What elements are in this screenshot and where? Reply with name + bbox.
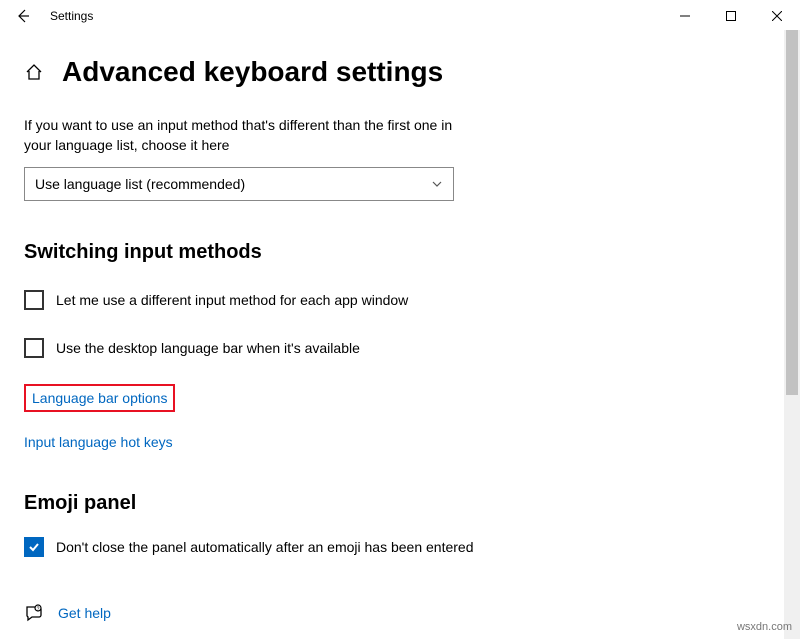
back-button[interactable]	[8, 1, 38, 31]
arrow-left-icon	[15, 8, 31, 24]
per-app-input-row: Let me use a different input method for …	[24, 290, 776, 310]
watermark-text: wsxdn.com	[737, 621, 792, 633]
per-app-input-checkbox[interactable]	[24, 290, 44, 310]
per-app-input-label: Let me use a different input method for …	[56, 292, 408, 308]
get-help-link[interactable]: Get help	[58, 605, 111, 621]
minimize-button[interactable]	[662, 1, 708, 31]
desktop-langbar-checkbox[interactable]	[24, 338, 44, 358]
language-bar-options-link[interactable]: Language bar options	[24, 384, 175, 412]
home-icon	[25, 63, 43, 81]
vertical-scrollbar[interactable]	[784, 30, 800, 639]
help-icon-wrapper: ?	[24, 603, 44, 623]
scrollbar-thumb[interactable]	[786, 30, 798, 395]
window-controls	[662, 1, 800, 31]
checkmark-icon	[28, 541, 40, 553]
page-title: Advanced keyboard settings	[62, 56, 443, 88]
chevron-down-icon	[431, 178, 443, 190]
chat-help-icon: ?	[24, 603, 44, 623]
dropdown-selected-value: Use language list (recommended)	[35, 176, 245, 192]
page-header: Advanced keyboard settings	[24, 56, 776, 88]
maximize-icon	[726, 11, 736, 21]
get-help-row: ? Get help	[24, 603, 776, 623]
switching-heading: Switching input methods	[24, 241, 776, 264]
titlebar: Settings	[0, 0, 800, 32]
emoji-autoclose-row: Don't close the panel automatically afte…	[24, 537, 776, 557]
home-button[interactable]	[24, 62, 44, 82]
window-title: Settings	[50, 9, 93, 23]
content-area: Advanced keyboard settings If you want t…	[0, 32, 800, 623]
desktop-langbar-row: Use the desktop language bar when it's a…	[24, 338, 776, 358]
close-icon	[772, 11, 782, 21]
close-button[interactable]	[754, 1, 800, 31]
emoji-autoclose-label: Don't close the panel automatically afte…	[56, 539, 473, 555]
emoji-autoclose-checkbox[interactable]	[24, 537, 44, 557]
input-hotkeys-link[interactable]: Input language hot keys	[24, 434, 776, 450]
svg-text:?: ?	[37, 607, 40, 613]
override-description: If you want to use an input method that'…	[24, 116, 464, 155]
maximize-button[interactable]	[708, 1, 754, 31]
desktop-langbar-label: Use the desktop language bar when it's a…	[56, 340, 360, 356]
input-method-dropdown[interactable]: Use language list (recommended)	[24, 167, 454, 201]
minimize-icon	[680, 11, 690, 21]
emoji-heading: Emoji panel	[24, 492, 776, 515]
